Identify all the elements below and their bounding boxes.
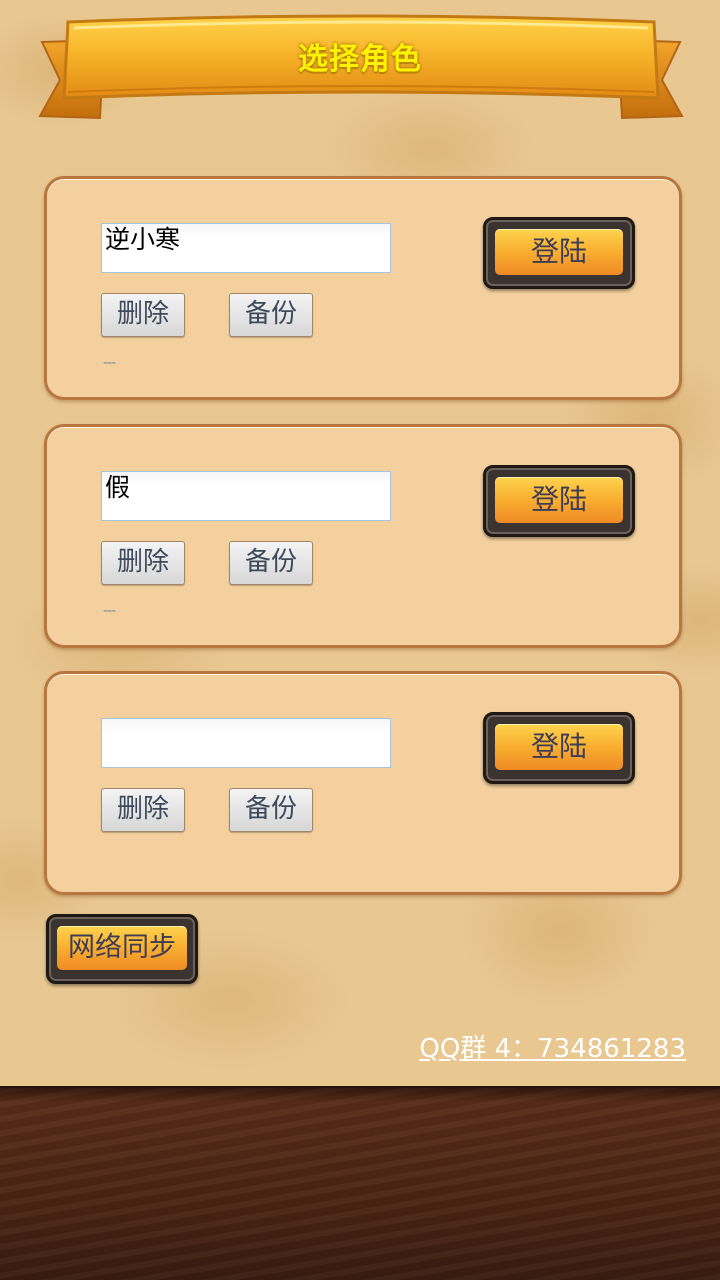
character-slot-1: 逆小寒 删除 备份 --- 登陆 [44,176,682,400]
delete-button[interactable]: 删除 [101,788,185,832]
wood-footer [0,1088,720,1280]
backup-button[interactable]: 备份 [229,788,313,832]
character-slot-3: 删除 备份 登陆 [44,671,682,895]
login-button-label: 登陆 [495,477,623,523]
login-button[interactable]: 登陆 [483,712,635,784]
character-slot-2: 假 删除 备份 --- 登陆 [44,424,682,648]
login-button-label: 登陆 [495,724,623,770]
backup-button[interactable]: 备份 [229,541,313,585]
login-button[interactable]: 登陆 [483,217,635,289]
qq-group-link[interactable]: QQ群 4：734861283 [419,1028,686,1065]
backup-button[interactable]: 备份 [229,293,313,337]
login-button-label: 登陆 [495,229,623,275]
delete-button[interactable]: 删除 [101,293,185,337]
character-name-field[interactable] [101,718,391,768]
login-button[interactable]: 登陆 [483,465,635,537]
character-name-field[interactable]: 逆小寒 [101,223,391,273]
delete-button[interactable]: 删除 [101,541,185,585]
slot-status: --- [103,355,116,371]
slot-status: --- [103,603,116,619]
page-title: 选择角色 [298,42,422,77]
network-sync-button[interactable]: 网络同步 [46,914,198,984]
network-sync-label: 网络同步 [57,926,187,970]
character-name-field[interactable]: 假 [101,471,391,521]
